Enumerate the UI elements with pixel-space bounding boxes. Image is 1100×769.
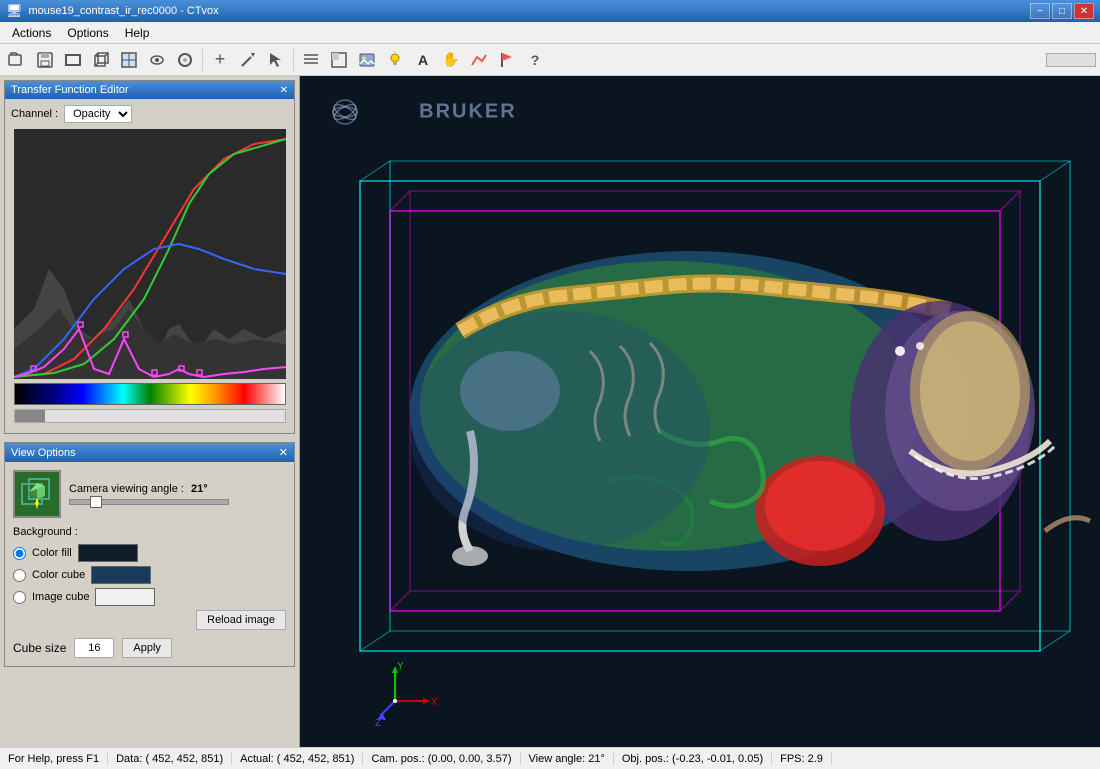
menu-actions[interactable]: Actions [4, 24, 59, 42]
minimize-button[interactable]: − [1030, 3, 1050, 19]
vo-bottom-row: Cube size Apply [13, 638, 286, 658]
menu-help[interactable]: Help [117, 24, 158, 42]
svg-text:Z: Z [375, 718, 381, 729]
toolbar-scrollbar[interactable] [1046, 53, 1096, 67]
tf-editor-body: Channel : Opacity Red Green Blue [5, 99, 294, 433]
tf-curves-svg [14, 129, 286, 379]
color-fill-label: Color fill [32, 547, 72, 559]
tf-editor-close[interactable]: ✕ [280, 85, 288, 96]
status-help: For Help, press F1 [8, 753, 108, 765]
transfer-function-editor: Transfer Function Editor ✕ Channel : Opa… [4, 80, 295, 434]
reload-image-button[interactable]: Reload image [196, 610, 286, 630]
vo-bg-section: Background : Color fill Color cube Image [13, 526, 286, 606]
vo-camera-label: Camera viewing angle : 21° [69, 483, 229, 495]
maximize-button[interactable]: □ [1052, 3, 1072, 19]
toolbar-help[interactable]: ? [522, 47, 548, 73]
toolbar-open[interactable] [4, 47, 30, 73]
preview-svg [17, 474, 57, 514]
toolbar-slice[interactable] [116, 47, 142, 73]
tf-canvas[interactable] [14, 129, 286, 379]
vo-camera-angle: 21° [191, 483, 208, 495]
view-options-panel: View Options ✕ [4, 442, 295, 667]
color-bar [14, 383, 286, 405]
toolbar-bulb[interactable] [382, 47, 408, 73]
tf-channel-label: Channel : [11, 108, 58, 120]
tf-editor-header: Transfer Function Editor ✕ [5, 81, 294, 99]
color-fill-radio[interactable] [13, 547, 26, 560]
image-cube-swatch[interactable] [95, 588, 155, 606]
toolbar: + A ✋ ? [0, 44, 1100, 76]
left-panel: Transfer Function Editor ✕ Channel : Opa… [0, 76, 300, 747]
color-cube-row: Color cube [13, 566, 286, 584]
toolbar-rect[interactable] [60, 47, 86, 73]
main-area: Transfer Function Editor ✕ Channel : Opa… [0, 76, 1100, 747]
vo-camera-slider[interactable] [69, 499, 229, 505]
toolbar-save[interactable] [32, 47, 58, 73]
view-options-header: View Options ✕ [5, 443, 294, 462]
apply-button[interactable]: Apply [122, 638, 172, 658]
toolbar-transfer[interactable] [466, 47, 492, 73]
color-cube-swatch[interactable] [91, 566, 151, 584]
svg-text:Y: Y [397, 661, 404, 672]
title-bar: 🖥 mouse19_contrast_ir_rec0000 - CTvox − … [0, 0, 1100, 22]
menu-options[interactable]: Options [59, 24, 116, 42]
status-fps: FPS: 2.9 [772, 753, 832, 765]
image-cube-row: Image cube [13, 588, 286, 606]
viewport[interactable]: BRUKER [300, 76, 1100, 747]
vo-bg-label: Background : [13, 526, 286, 538]
status-campos: Cam. pos.: (0.00, 0.00, 3.57) [363, 753, 520, 765]
color-cube-label: Color cube [32, 569, 85, 581]
toolbar-eye[interactable] [144, 47, 170, 73]
ct-render-svg: Y X Z [310, 131, 1100, 731]
color-fill-swatch[interactable] [78, 544, 138, 562]
status-actual: Actual: ( 452, 452, 851) [232, 753, 363, 765]
color-bar-scroll[interactable] [14, 409, 286, 423]
menu-bar: Actions Options Help [0, 22, 1100, 44]
view-options-body: Camera viewing angle : 21° Background : … [5, 462, 294, 666]
toolbar-hand[interactable]: ✋ [438, 47, 464, 73]
cube-size-input[interactable] [74, 638, 114, 658]
view-options-close[interactable]: ✕ [279, 446, 288, 459]
status-viewangle: View angle: 21° [521, 753, 614, 765]
status-bar: For Help, press F1 Data: ( 452, 452, 851… [0, 747, 1100, 769]
vo-preview-box [13, 470, 61, 518]
cube-size-label: Cube size [13, 641, 66, 655]
toolbar-list[interactable] [298, 47, 324, 73]
vo-camera-section: Camera viewing angle : 21° [69, 483, 229, 505]
toolbar-img[interactable] [354, 47, 380, 73]
toolbar-ring[interactable] [172, 47, 198, 73]
tf-editor-title: Transfer Function Editor [11, 84, 129, 96]
tf-channel-select[interactable]: Opacity Red Green Blue [64, 105, 132, 123]
color-cube-radio[interactable] [13, 569, 26, 582]
toolbar-wand[interactable] [235, 47, 261, 73]
status-objpos: Obj. pos.: (-0.23, -0.01, 0.05) [614, 753, 772, 765]
svg-text:X: X [431, 697, 438, 708]
toolbar-text-a[interactable]: A [410, 47, 436, 73]
toolbar-plus[interactable]: + [207, 47, 233, 73]
tf-channel-row: Channel : Opacity Red Green Blue [11, 105, 288, 123]
toolbar-flag[interactable] [494, 47, 520, 73]
status-data: Data: ( 452, 452, 851) [108, 753, 232, 765]
bruker-logo: BRUKER [330, 92, 517, 132]
image-cube-label: Image cube [32, 591, 89, 603]
image-cube-radio[interactable] [13, 591, 26, 604]
close-button[interactable]: ✕ [1074, 3, 1094, 19]
color-fill-row: Color fill [13, 544, 286, 562]
toolbar-cube[interactable] [88, 47, 114, 73]
toolbar-sep1 [202, 49, 203, 71]
cp2[interactable] [78, 322, 83, 327]
title-text: mouse19_contrast_ir_rec0000 - CTvox [29, 5, 1030, 17]
toolbar-sep2 [293, 49, 294, 71]
window-controls: − □ ✕ [1030, 3, 1094, 19]
toolbar-grid1[interactable] [326, 47, 352, 73]
vo-camera-row: Camera viewing angle : 21° [13, 470, 286, 518]
toolbar-cursor[interactable] [263, 47, 289, 73]
vo-slider-thumb [90, 496, 102, 508]
view-options-title: View Options [11, 447, 76, 459]
app-icon: 🖥 [6, 3, 23, 19]
